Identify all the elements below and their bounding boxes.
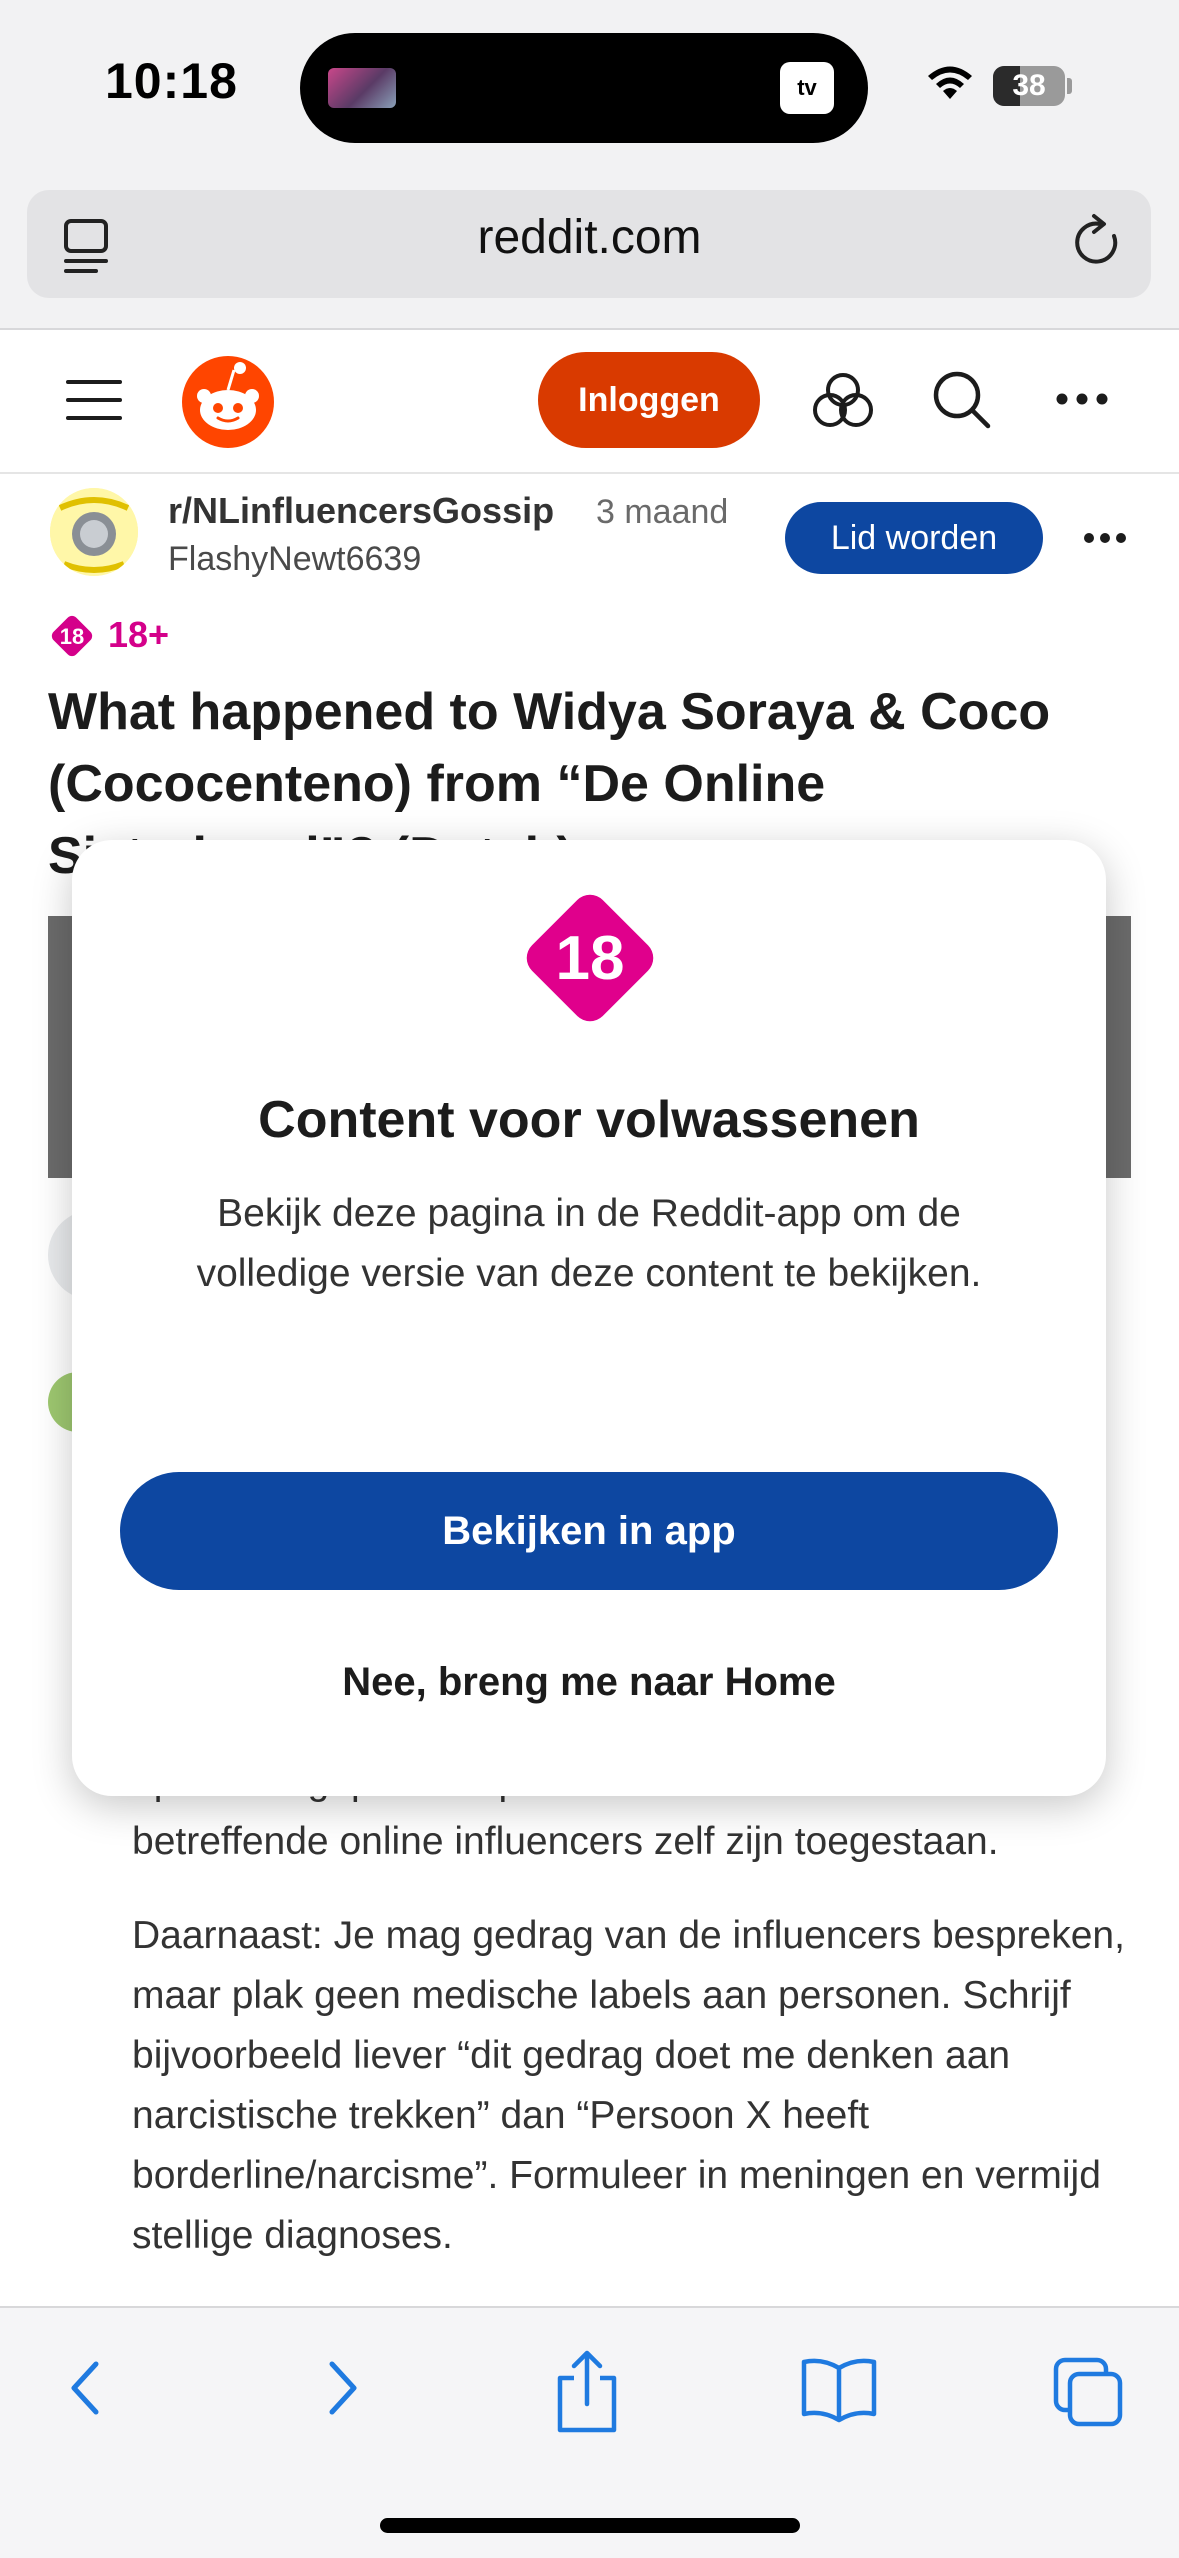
battery-tip xyxy=(1067,78,1072,94)
share-icon[interactable] xyxy=(552,2348,622,2438)
modal-description: Bekijk deze pagina in de Reddit-app om d… xyxy=(196,1192,982,1295)
open-in-app-button[interactable]: Bekijken in app xyxy=(120,1472,1058,1590)
url-text[interactable]: reddit.com xyxy=(0,210,1179,265)
forward-icon[interactable] xyxy=(316,2348,366,2428)
apple-tv-icon: tv xyxy=(780,62,834,114)
post-body: openbaar geplaatste posts of comments va… xyxy=(132,1752,1142,2300)
clock: 10:18 xyxy=(105,53,238,109)
reddit-logo-icon[interactable] xyxy=(178,350,278,450)
gossip-juice-logo-icon xyxy=(50,488,138,576)
modal-badge-text: 18 xyxy=(556,924,625,993)
join-button[interactable]: Lid worden xyxy=(785,502,1043,574)
login-button[interactable]: Inloggen xyxy=(538,352,760,448)
more-icon[interactable] xyxy=(1056,392,1108,406)
wifi-icon xyxy=(928,66,972,99)
modal-title: Content voor volwassenen xyxy=(258,1091,920,1149)
bookmarks-icon[interactable] xyxy=(800,2348,878,2428)
post-more-icon[interactable] xyxy=(1084,532,1126,544)
tabs-icon[interactable] xyxy=(60,215,112,275)
battery-level: 38 xyxy=(1012,69,1046,102)
post-body-paragraph: Daarnaast: Je mag gedrag van de influenc… xyxy=(132,1914,1125,2257)
reload-icon[interactable] xyxy=(1070,212,1126,272)
search-icon[interactable] xyxy=(930,368,994,432)
now-playing-thumbnail xyxy=(328,68,396,108)
nsfw-label: 18+ xyxy=(108,614,170,655)
nsfw-badge-icon: 18 xyxy=(51,615,93,657)
subreddit-avatar[interactable] xyxy=(50,488,138,576)
subreddit-name[interactable]: r/NLinfluencersGossip xyxy=(168,490,554,532)
post-author[interactable]: FlashyNewt6639 xyxy=(168,540,421,579)
menu-icon[interactable] xyxy=(66,378,122,422)
tabs-overview-icon[interactable] xyxy=(1052,2348,1126,2428)
tv-label: tv xyxy=(797,75,817,100)
coins-icon[interactable] xyxy=(810,370,876,430)
back-icon[interactable] xyxy=(62,2348,112,2428)
nsfw-badge-text: 18 xyxy=(60,624,84,649)
nsfw-18-icon: 18 xyxy=(526,894,654,1022)
home-indicator xyxy=(380,2518,800,2533)
go-home-button[interactable]: Nee, breng me naar Home xyxy=(72,1660,1106,1705)
post-age: 3 maanden xyxy=(596,493,726,531)
battery-icon: 38 xyxy=(993,66,1065,106)
